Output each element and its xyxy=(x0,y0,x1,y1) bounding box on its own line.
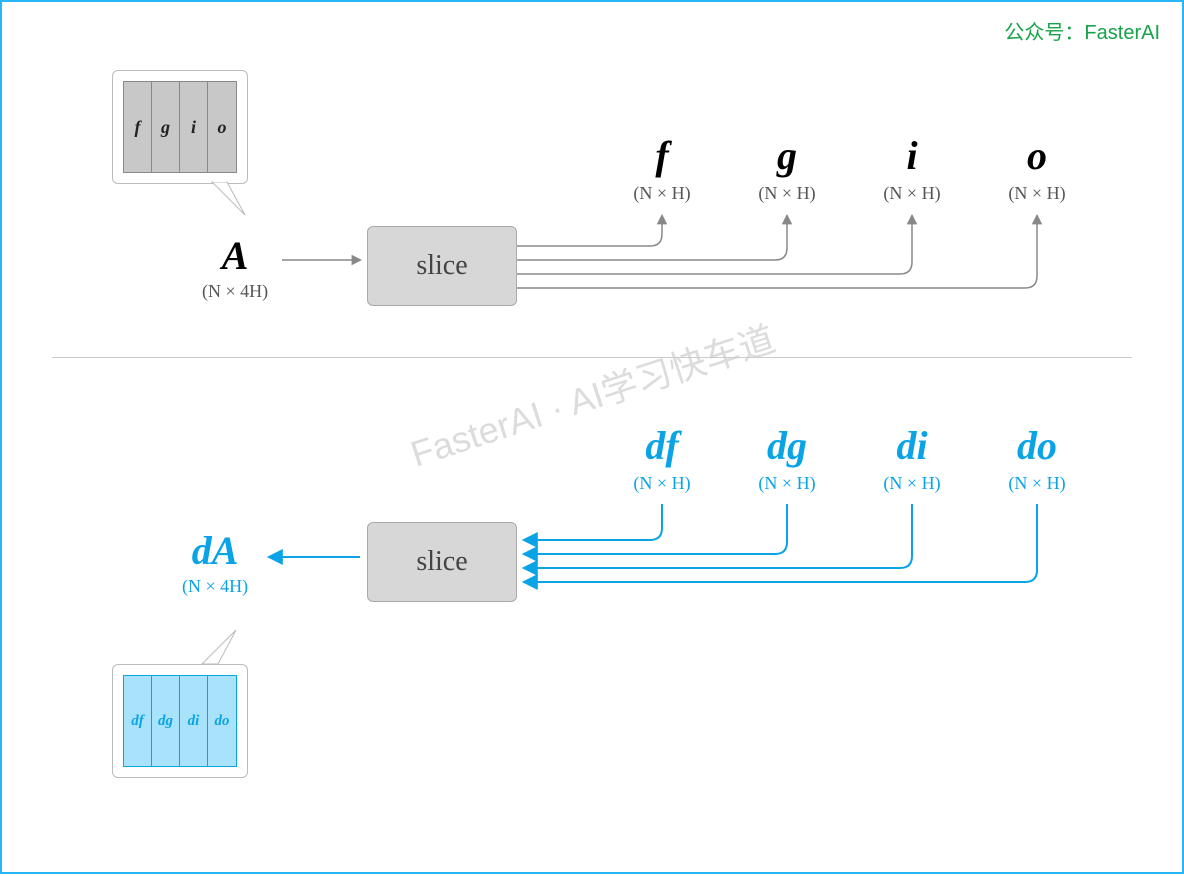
forward-output-dim: (N × H) xyxy=(987,183,1087,204)
backward-slice-label: slice xyxy=(416,546,467,578)
forward-output-symbol: g xyxy=(737,132,837,179)
backward-matrix-col: df xyxy=(124,676,152,766)
backward-output-var-dim: (N × 4H) xyxy=(182,576,248,597)
forward-output-g: g (N × H) xyxy=(737,132,837,204)
backward-matrix-col: dg xyxy=(152,676,180,766)
forward-output-dim: (N × H) xyxy=(612,183,712,204)
forward-output-symbol: f xyxy=(612,132,712,179)
forward-matrix-col: o xyxy=(208,82,236,172)
forward-input-var-dim: (N × 4H) xyxy=(202,281,268,302)
forward-output-symbol: o xyxy=(987,132,1087,179)
forward-matrix-col: f xyxy=(124,82,152,172)
forward-output-f: f (N × H) xyxy=(612,132,712,204)
forward-output-o: o (N × H) xyxy=(987,132,1087,204)
forward-matrix-col: g xyxy=(152,82,180,172)
backward-output-var: dA (N × 4H) xyxy=(182,527,248,597)
backward-input-do: do (N × H) xyxy=(987,422,1087,494)
backward-matrix-callout: df dg di do xyxy=(112,664,248,778)
forward-output-dim: (N × H) xyxy=(862,183,962,204)
diagram-frame: 公众号：FasterAI FasterAI · AI学习快车道 f g i o … xyxy=(0,0,1184,874)
backward-matrix-col: do xyxy=(208,676,236,766)
backward-input-dim: (N × H) xyxy=(987,473,1087,494)
backward-input-symbol: dg xyxy=(737,422,837,469)
backward-matrix-col: di xyxy=(180,676,208,766)
forward-matrix: f g i o xyxy=(123,81,237,173)
forward-output-symbol: i xyxy=(862,132,962,179)
backward-input-dg: dg (N × H) xyxy=(737,422,837,494)
forward-output-dim: (N × H) xyxy=(737,183,837,204)
backward-input-symbol: do xyxy=(987,422,1087,469)
backward-input-df: df (N × H) xyxy=(612,422,712,494)
backward-output-var-symbol: dA xyxy=(182,527,248,574)
backward-input-di: di (N × H) xyxy=(862,422,962,494)
backward-input-dim: (N × H) xyxy=(862,473,962,494)
forward-output-i: i (N × H) xyxy=(862,132,962,204)
backward-input-dim: (N × H) xyxy=(612,473,712,494)
backward-matrix: df dg di do xyxy=(123,675,237,767)
backward-input-symbol: di xyxy=(862,422,962,469)
watermark: FasterAI · AI学习快车道 xyxy=(403,310,781,477)
forward-matrix-callout: f g i o xyxy=(112,70,248,184)
forward-input-var: A (N × 4H) xyxy=(202,232,268,302)
attribution: 公众号：FasterAI xyxy=(1004,16,1160,45)
section-divider xyxy=(52,357,1132,358)
forward-slice-op: slice xyxy=(367,226,517,306)
forward-matrix-col: i xyxy=(180,82,208,172)
forward-slice-label: slice xyxy=(416,250,467,282)
backward-slice-op: slice xyxy=(367,522,517,602)
backward-input-symbol: df xyxy=(612,422,712,469)
forward-input-var-symbol: A xyxy=(202,232,268,279)
backward-input-dim: (N × H) xyxy=(737,473,837,494)
